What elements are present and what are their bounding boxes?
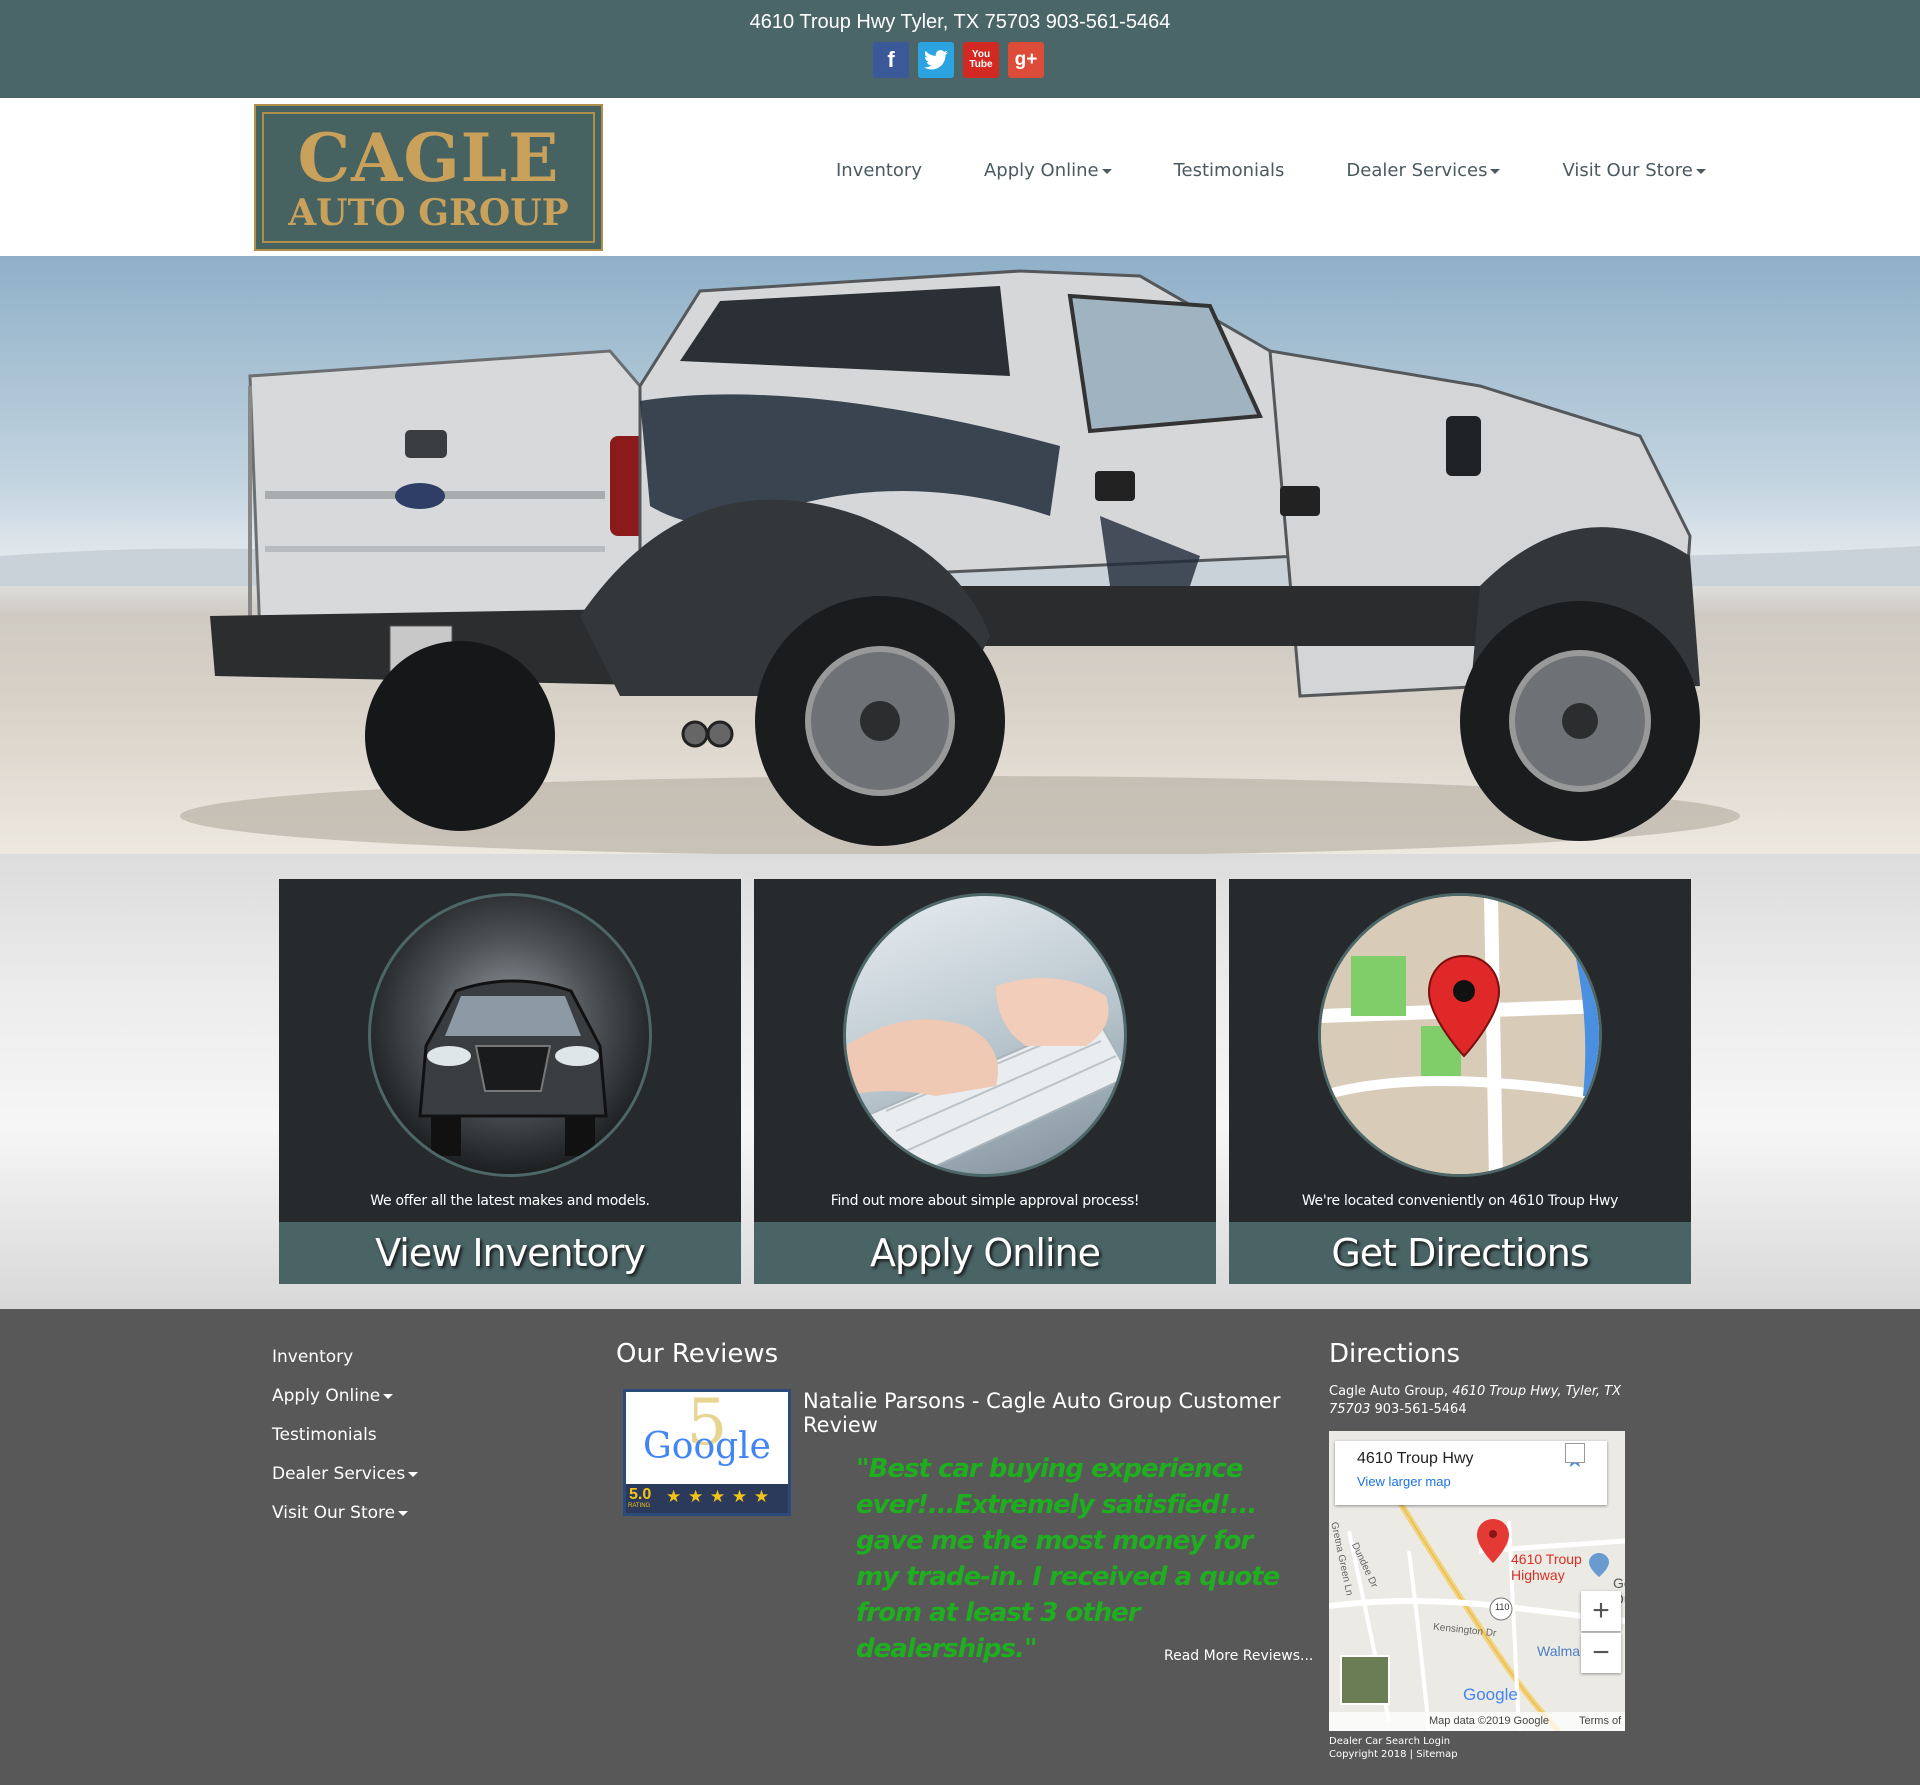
footer-nav: Inventory Apply Online Testimonials Deal… [272,1347,419,1542]
footer-nav-visit-store[interactable]: Visit Our Store [272,1503,418,1542]
nav-inventory[interactable]: Inventory [836,160,922,181]
google-plus-icon[interactable]: g+ [1008,42,1044,78]
card-label: Apply Online [754,1222,1216,1284]
caret-down-icon [1101,168,1112,174]
view-inventory-card[interactable]: We offer all the latest makes and models… [279,879,741,1284]
map-route-number: 110 [1495,1602,1510,1612]
twitter-icon[interactable] [918,42,954,78]
map-zoom-out-button[interactable]: − [1581,1633,1621,1673]
directions-address: Cagle Auto Group, 4610 Troup Hwy, Tyler,… [1329,1384,1622,1417]
nav-dealer-services[interactable]: Dealer Services [1346,160,1501,181]
google-rating-badge[interactable]: 5 Google 5.0 RATING ★ ★ ★ ★ ★ [623,1386,791,1516]
top-bar: 4610 Troup Hwy Tyler, TX 75703 903-561-5… [0,0,1920,98]
logo[interactable]: CAGLE AUTO GROUP [254,104,603,251]
apply-online-card[interactable]: Find out more about simple approval proc… [754,879,1216,1284]
reviews-title: Our Reviews [616,1339,779,1369]
google-badge-top: 5 Google [626,1386,788,1482]
inventory-car-image [368,893,652,1177]
feature-section: We offer all the latest makes and models… [0,854,1920,1309]
caret-down-icon [1695,168,1706,174]
review-heading: Natalie Parsons - Cagle Auto Group Custo… [803,1389,1281,1437]
map-google-logo: Google [1463,1685,1518,1704]
footer-copyright: Dealer Car Search Login Copyright 2018 |… [1329,1735,1458,1761]
copyright-text: Copyright 2018 | [1329,1749,1417,1760]
card-blurb: Find out more about simple approval proc… [830,1193,1140,1209]
nav-apply-online[interactable]: Apply Online [984,160,1112,181]
card-label: View Inventory [279,1222,741,1284]
nav-visit-store[interactable]: Visit Our Store [1562,160,1706,181]
logo-border [262,112,595,243]
embedded-map[interactable]: 4610 Troup Hwy View larger map ★ 4610 Tr… [1329,1431,1625,1731]
twitter-bird-icon [924,50,948,70]
typing-hands-icon [846,978,1124,1174]
pickup-truck-image [0,269,1920,854]
get-directions-card[interactable]: We're located conveniently on 4610 Troup… [1229,879,1691,1284]
suv-icon [418,979,608,1156]
card-blurb: We're located conveniently on 4610 Troup… [1301,1193,1619,1209]
map-attribution-bar: Map data ©2019 Google Terms of Use [1329,1712,1625,1731]
review-quote: "Best car buying experience ever!...Extr… [856,1454,1280,1664]
badge-stars: ★ ★ ★ ★ ★ [666,1487,771,1506]
site-footer: Inventory Apply Online Testimonials Deal… [0,1309,1920,1785]
map-pin-icon [1321,896,1599,1174]
footer-nav-inventory[interactable]: Inventory [272,1347,418,1386]
map-data-text: Map data ©2019 Google [1429,1715,1550,1727]
card-blurb: We offer all the latest makes and models… [370,1193,650,1209]
caret-down-icon [1490,168,1501,174]
social-links: f You Tube g+ [873,42,1044,78]
map-checkbox[interactable] [1565,1443,1585,1463]
top-address: 4610 Troup Hwy Tyler, TX 75703 903-561-5… [749,11,1171,33]
read-more-reviews-link[interactable]: Read More Reviews... [1164,1648,1313,1664]
badge-rating: 5.0 [629,1486,652,1503]
map-pin-label: 4610 Troup Highway [1511,1551,1582,1583]
caret-down-icon [408,1471,419,1477]
nav-testimonials[interactable]: Testimonials [1174,160,1285,181]
main-nav: Inventory Apply Online Testimonials Deal… [836,160,1706,181]
caret-down-icon [398,1510,409,1516]
youtube-icon[interactable]: You Tube [963,42,999,78]
map-terms-link[interactable]: Terms of Use [1579,1712,1625,1731]
card-label: Get Directions [1229,1222,1691,1284]
sitemap-link[interactable]: Sitemap [1416,1749,1457,1760]
facebook-icon[interactable]: f [873,42,909,78]
directions-map-image [1318,893,1602,1177]
badge-rating-bar: 5.0 RATING ★ ★ ★ ★ ★ [626,1484,788,1513]
map-place-name: 4610 Troup Hwy [1357,1450,1474,1467]
caret-down-icon [383,1393,394,1399]
badge-rating-word: RATING [628,1503,651,1509]
dealer-login-link[interactable]: Dealer Car Search Login [1329,1736,1450,1747]
footer-nav-apply-online[interactable]: Apply Online [272,1386,418,1425]
directions-title: Directions [1329,1339,1461,1369]
hero-banner [0,256,1920,854]
apply-keyboard-image [843,893,1127,1177]
footer-nav-dealer-services[interactable]: Dealer Services [272,1464,419,1503]
view-larger-map-link[interactable]: View larger map [1357,1474,1451,1489]
map-zoom-in-button[interactable]: + [1581,1591,1621,1631]
site-header: CAGLE AUTO GROUP Inventory Apply Online … [0,98,1920,256]
google-logo: Google [643,1426,771,1467]
footer-nav-testimonials[interactable]: Testimonials [272,1425,418,1464]
